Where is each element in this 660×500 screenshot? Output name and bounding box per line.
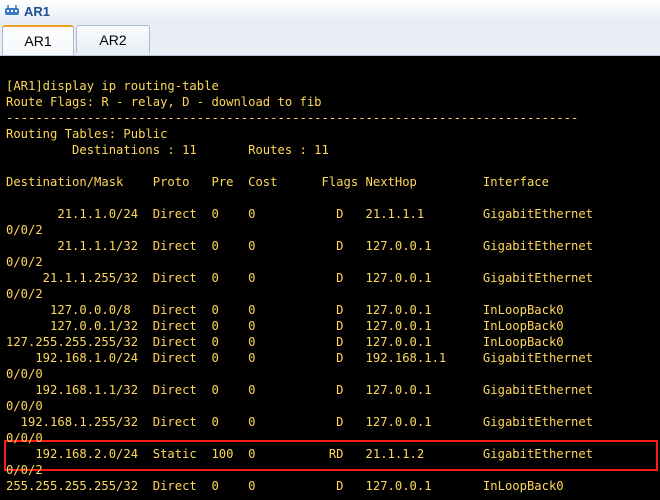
window-titlebar: AR1 — [0, 0, 660, 23]
tab-ar2-label: AR2 — [99, 31, 127, 48]
terminal-line: Route Flags: R - relay, D - download to … — [6, 95, 322, 109]
terminal-line: 192.168.1.255/32 Direct 0 0 D 127.0.0.1 … — [6, 415, 593, 429]
terminal-line: 0/0/0 — [6, 431, 43, 445]
terminal-line: 192.168.1.1/32 Direct 0 0 D 127.0.0.1 Gi… — [6, 383, 593, 397]
terminal-line: 0/0/2 — [6, 255, 43, 269]
router-app-icon — [5, 5, 19, 15]
terminal-line: 0/0/2 — [6, 463, 43, 477]
terminal-line: Routing Tables: Public — [6, 127, 168, 141]
terminal-line: 0/0/2 — [6, 223, 43, 237]
tab-bar: AR1 AR2 — [0, 22, 660, 56]
terminal-line: 0/0/0 — [6, 367, 43, 381]
terminal-line: Destination/Mask Proto Pre Cost Flags Ne… — [6, 175, 549, 189]
terminal-line: 127.255.255.255/32 Direct 0 0 D 127.0.0.… — [6, 335, 564, 349]
tab-ar1[interactable]: AR1 — [2, 25, 74, 55]
terminal-console[interactable]: [AR1]display ip routing-table Route Flags… — [0, 56, 660, 500]
tab-ar1-label: AR1 — [24, 33, 52, 49]
window-title: AR1 — [24, 3, 51, 19]
terminal-line: 21.1.1.255/32 Direct 0 0 D 127.0.0.1 Gig… — [6, 271, 593, 285]
terminal-line: 21.1.1.0/24 Direct 0 0 D 21.1.1.1 Gigabi… — [6, 207, 593, 221]
terminal-line: 192.168.1.0/24 Direct 0 0 D 192.168.1.1 … — [6, 351, 593, 365]
terminal-line: 0/0/0 — [6, 399, 43, 413]
tab-ar2[interactable]: AR2 — [76, 25, 150, 53]
terminal-line: 21.1.1.1/32 Direct 0 0 D 127.0.0.1 Gigab… — [6, 239, 593, 253]
terminal-line: 127.0.0.1/32 Direct 0 0 D 127.0.0.1 InLo… — [6, 319, 564, 333]
terminal-line: Destinations : 11 Routes : 11 — [6, 143, 329, 157]
terminal-line: ----------------------------------------… — [6, 111, 579, 125]
terminal-line: 0/0/2 — [6, 287, 43, 301]
terminal-line: [AR1]display ip routing-table — [6, 79, 219, 93]
terminal-line: 255.255.255.255/32 Direct 0 0 D 127.0.0.… — [6, 479, 564, 493]
terminal-line: 127.0.0.0/8 Direct 0 0 D 127.0.0.1 InLoo… — [6, 303, 564, 317]
terminal-line: 192.168.2.0/24 Static 100 0 RD 21.1.1.2 … — [6, 447, 593, 461]
